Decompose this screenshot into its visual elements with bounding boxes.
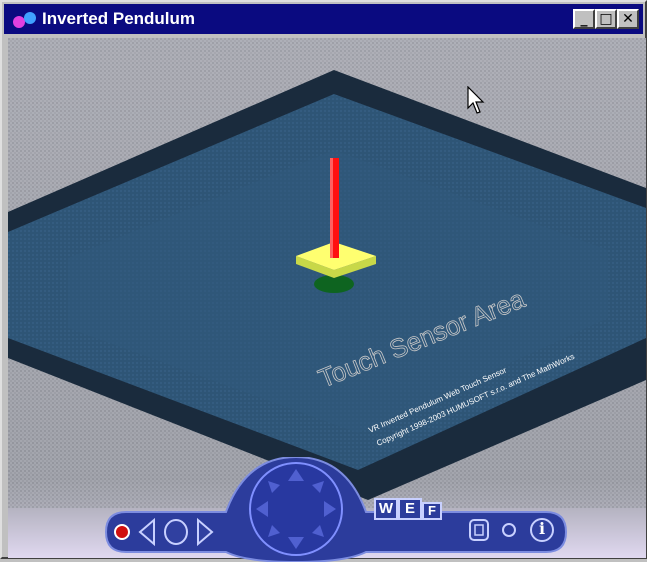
window-title: Inverted Pendulum (42, 9, 196, 28)
app-icon (13, 12, 36, 28)
navigation-toolbar (104, 457, 568, 562)
info-button[interactable]: i (535, 519, 549, 538)
record-button[interactable] (114, 524, 130, 540)
center-view-icon[interactable] (164, 519, 188, 545)
walk-mode-button[interactable]: W (374, 498, 398, 520)
title-bar[interactable]: Inverted Pendulum _ □ ✕ (4, 4, 643, 34)
application-window: Inverted Pendulum _ □ ✕ Touch Sensor Are… (0, 0, 647, 562)
mouse-cursor-icon (467, 86, 485, 114)
close-button[interactable]: ✕ (617, 9, 639, 29)
examine-mode-button[interactable]: E (398, 498, 422, 520)
fly-mode-button[interactable]: F (422, 502, 442, 520)
straighten-icon[interactable] (469, 519, 489, 541)
maximize-button[interactable]: □ (595, 9, 617, 29)
minimize-button[interactable]: _ (573, 9, 595, 29)
